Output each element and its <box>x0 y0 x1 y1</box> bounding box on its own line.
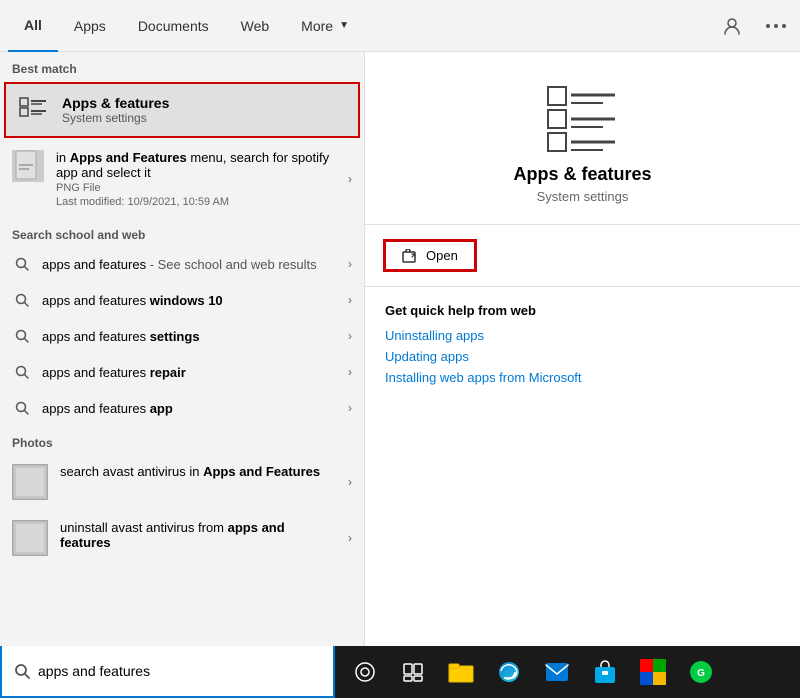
taskbar: G <box>0 646 800 698</box>
help-title: Get quick help from web <box>385 303 780 318</box>
chevron-right-icon: › <box>348 329 352 343</box>
top-nav: All Apps Documents Web More ▼ <box>0 0 800 52</box>
web-result-3[interactable]: apps and features repair › <box>0 354 364 390</box>
taskbar-edge-icon[interactable] <box>487 650 531 694</box>
taskbar-search-icon <box>14 663 30 679</box>
search-icon <box>12 326 32 346</box>
right-title: Apps & features <box>513 164 651 185</box>
web-result-4[interactable]: apps and features app › <box>0 390 364 426</box>
file-result-title: in Apps and Features menu, search for sp… <box>56 150 336 180</box>
photo-result-1[interactable]: uninstall avast antivirus from apps and … <box>0 510 364 566</box>
file-icon <box>12 150 44 182</box>
taskbar-start-icon[interactable] <box>343 650 387 694</box>
web-result-1[interactable]: apps and features windows 10 › <box>0 282 364 318</box>
search-input[interactable] <box>38 663 321 679</box>
tab-web[interactable]: Web <box>225 0 286 52</box>
chevron-right-icon: › <box>348 257 352 271</box>
right-panel: Apps & features System settings Open Get… <box>365 52 800 646</box>
chevron-down-icon: ▼ <box>339 20 349 31</box>
best-match-title: Apps & features <box>62 95 169 111</box>
web-result-text-0: apps and features - See school and web r… <box>42 257 338 272</box>
web-result-text-3: apps and features repair <box>42 365 338 380</box>
chevron-right-icon: › <box>348 531 352 545</box>
help-link-1[interactable]: Updating apps <box>385 349 780 364</box>
apps-features-icon <box>18 94 50 126</box>
web-result-text-2: apps and features settings <box>42 329 338 344</box>
open-icon <box>402 249 418 263</box>
help-link-2[interactable]: Installing web apps from Microsoft <box>385 370 780 385</box>
file-result-item[interactable]: in Apps and Features menu, search for sp… <box>0 140 364 218</box>
right-apps-icon <box>543 82 623 152</box>
file-result-text: in Apps and Features menu, search for sp… <box>56 150 336 208</box>
person-icon[interactable] <box>716 10 748 42</box>
left-panel: Best match Apps & features System settin… <box>0 52 365 646</box>
web-result-0[interactable]: apps and features - See school and web r… <box>0 246 364 282</box>
search-icon <box>12 362 32 382</box>
help-link-0[interactable]: Uninstalling apps <box>385 328 780 343</box>
photo-thumbnail-0 <box>12 464 48 500</box>
right-subtitle: System settings <box>537 189 629 204</box>
main-container: Best match Apps & features System settin… <box>0 52 800 646</box>
best-match-subtitle: System settings <box>62 111 169 125</box>
tab-apps[interactable]: Apps <box>58 0 122 52</box>
tab-documents[interactable]: Documents <box>122 0 225 52</box>
taskbar-store-icon[interactable] <box>583 650 627 694</box>
ellipsis-icon[interactable] <box>760 10 792 42</box>
taskbar-mail-icon[interactable] <box>535 650 579 694</box>
photos-label: Photos <box>0 426 364 454</box>
search-box <box>0 646 335 698</box>
photo-thumbnail-1 <box>12 520 48 556</box>
photo-result-text-1: uninstall avast antivirus from apps and … <box>60 520 336 550</box>
best-match-item[interactable]: Apps & features System settings <box>4 82 360 138</box>
file-result-type: PNG File <box>56 182 336 194</box>
taskbar-xbox-icon[interactable] <box>631 650 675 694</box>
svg-text:G: G <box>697 668 705 679</box>
web-result-text-1: apps and features windows 10 <box>42 293 338 308</box>
search-icon <box>12 254 32 274</box>
taskbar-icons: G <box>335 650 731 694</box>
tab-more[interactable]: More ▼ <box>285 0 365 52</box>
search-icon <box>12 290 32 310</box>
chevron-right-icon: › <box>348 293 352 307</box>
taskbar-green-icon[interactable]: G <box>679 650 723 694</box>
open-button-area: Open <box>365 225 800 287</box>
photo-result-text-0: search avast antivirus in Apps and Featu… <box>60 464 336 479</box>
web-result-text-4: apps and features app <box>42 401 338 416</box>
chevron-right-icon: › <box>348 401 352 415</box>
open-button[interactable]: Open <box>385 241 475 270</box>
web-result-2[interactable]: apps and features settings › <box>0 318 364 354</box>
photo-result-0[interactable]: search avast antivirus in Apps and Featu… <box>0 454 364 510</box>
chevron-right-icon: › <box>348 365 352 379</box>
chevron-right-icon: › <box>348 172 352 186</box>
tab-all[interactable]: All <box>8 0 58 52</box>
help-section: Get quick help from web Uninstalling app… <box>365 287 800 407</box>
taskbar-taskview-icon[interactable] <box>391 650 435 694</box>
search-school-label: Search school and web <box>0 218 364 246</box>
right-header: Apps & features System settings <box>365 52 800 225</box>
chevron-right-icon: › <box>348 475 352 489</box>
taskbar-explorer-icon[interactable] <box>439 650 483 694</box>
file-result-modified: Last modified: 10/9/2021, 10:59 AM <box>56 196 336 208</box>
best-match-label: Best match <box>0 52 364 80</box>
search-icon <box>12 398 32 418</box>
best-match-text: Apps & features System settings <box>62 95 169 125</box>
nav-actions <box>716 10 792 42</box>
